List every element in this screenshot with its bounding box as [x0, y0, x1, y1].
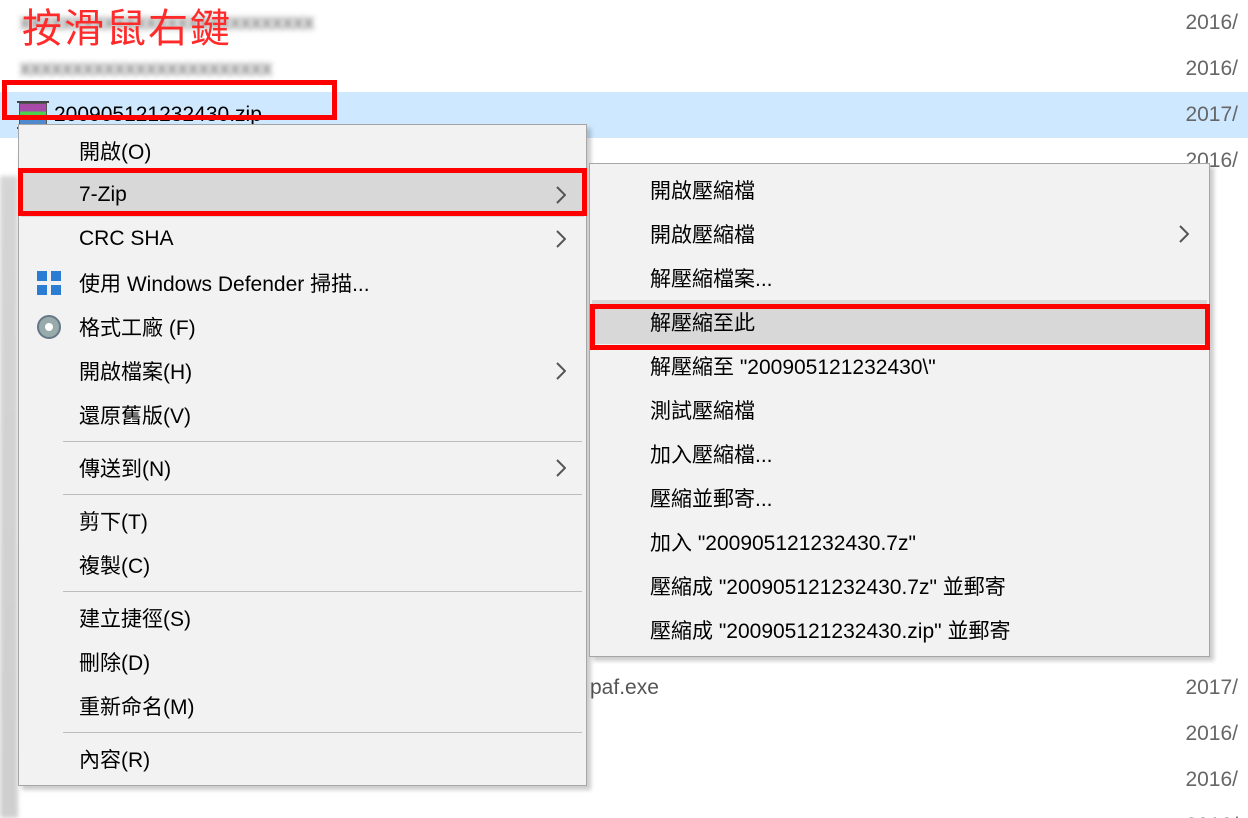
menu-separator [63, 441, 582, 442]
submenu-item-label: 解壓縮至此 [650, 307, 1187, 337]
menu-item-label: 重新命名(M) [79, 691, 564, 721]
menu-item-label: 開啟檔案(H) [79, 356, 564, 386]
menu-item[interactable]: 建立捷徑(S) [21, 596, 584, 640]
submenu-item[interactable]: 壓縮成 "200905121232430.7z" 並郵寄 [592, 564, 1207, 608]
submenu-item-label: 解壓縮檔案... [650, 263, 1187, 293]
menu-item[interactable]: 複製(C) [21, 543, 584, 587]
menu-item-label: 刪除(D) [79, 647, 564, 677]
submenu-item-label: 測試壓縮檔 [650, 395, 1187, 425]
menu-item[interactable]: 開啟檔案(H) [21, 349, 584, 393]
file-row[interactable]: xxxxxxxxxxxxxxxxxxxxxxxx 2016/ [0, 46, 1248, 92]
file-date: 2016/ [1158, 768, 1238, 792]
menu-item-label: 傳送到(N) [79, 453, 564, 483]
submenu-item-label: 加入 "200905121232430.7z" [650, 527, 1187, 557]
format-factory-icon [35, 313, 63, 341]
submenu-item-label: 加入壓縮檔... [650, 439, 1187, 469]
menu-separator [63, 494, 582, 495]
file-name-blurred: xxxxxxxxxxxxxxxxxxxxxxxx [20, 57, 1158, 81]
menu-item-label: 複製(C) [79, 550, 564, 580]
submenu-item[interactable]: 解壓縮檔案... [592, 256, 1207, 300]
menu-item-label: 7-Zip [79, 183, 564, 207]
menu-item[interactable]: 內容(R) [21, 737, 584, 781]
file-date: 2016/ [1158, 722, 1238, 746]
left-edge-blur [0, 176, 18, 818]
windows-defender-icon [35, 269, 63, 297]
menu-item[interactable]: 剪下(T) [21, 499, 584, 543]
menu-item[interactable]: 還原舊版(V) [21, 393, 584, 437]
submenu-arrow-icon [1179, 225, 1189, 243]
submenu-item[interactable]: 測試壓縮檔 [592, 388, 1207, 432]
submenu-item-label: 解壓縮至 "200905121232430\" [650, 351, 1187, 381]
submenu-item-label: 壓縮成 "200905121232430.7z" 並郵寄 [650, 571, 1187, 601]
submenu-item-label: 開啟壓縮檔 [650, 219, 1187, 249]
menu-item-label: 使用 Windows Defender 掃描... [79, 268, 564, 298]
submenu-item-label: 壓縮並郵寄... [650, 483, 1187, 513]
menu-item[interactable]: CRC SHA [21, 217, 584, 261]
submenu-item-label: 開啟壓縮檔 [650, 175, 1187, 205]
menu-separator [63, 732, 582, 733]
menu-item[interactable]: 傳送到(N) [21, 446, 584, 490]
submenu-arrow-icon [556, 459, 566, 477]
file-name-blurred: xxxxxxxxxxxxxxxxxxxxxxxxxxxx [20, 11, 1158, 35]
submenu-item[interactable]: 加入 "200905121232430.7z" [592, 520, 1207, 564]
menu-item[interactable]: 重新命名(M) [21, 684, 584, 728]
submenu-arrow-icon [556, 186, 566, 204]
submenu-arrow-icon [556, 230, 566, 248]
submenu-item-label: 壓縮成 "200905121232430.zip" 並郵寄 [650, 615, 1187, 645]
menu-item-label: 內容(R) [79, 744, 564, 774]
menu-item[interactable]: 使用 Windows Defender 掃描... [21, 261, 584, 305]
archive-icon [20, 104, 46, 126]
menu-item[interactable]: 格式工廠 (F) [21, 305, 584, 349]
menu-item[interactable]: 開啟(O) [21, 129, 584, 173]
submenu-arrow-icon [556, 362, 566, 380]
submenu-item[interactable]: 開啟壓縮檔 [592, 212, 1207, 256]
menu-item[interactable]: 刪除(D) [21, 640, 584, 684]
menu-item-label: CRC SHA [79, 227, 564, 251]
file-date: 2016/ [1158, 11, 1238, 35]
file-date: 2017/ [1158, 676, 1238, 700]
submenu-item[interactable]: 解壓縮至 "200905121232430\" [592, 344, 1207, 388]
menu-item-label: 格式工廠 (F) [79, 312, 564, 342]
file-date: 2016/ [1158, 57, 1238, 81]
submenu-item[interactable]: 加入壓縮檔... [592, 432, 1207, 476]
file-date: 2016/ [1158, 814, 1238, 818]
menu-item[interactable]: 7-Zip [21, 173, 584, 217]
submenu-7zip: 開啟壓縮檔開啟壓縮檔解壓縮檔案...解壓縮至此解壓縮至 "20090512123… [589, 163, 1210, 657]
menu-item-label: 還原舊版(V) [79, 400, 564, 430]
context-menu: 開啟(O) 7-Zip CRC SHA 使用 Windows Defender 掃描.… [18, 124, 587, 786]
submenu-item[interactable]: 開啟壓縮檔 [592, 168, 1207, 212]
file-date: 2017/ [1158, 103, 1238, 127]
menu-item-label: 建立捷徑(S) [79, 603, 564, 633]
submenu-item[interactable]: 壓縮成 "200905121232430.zip" 並郵寄 [592, 608, 1207, 652]
submenu-item[interactable]: 壓縮並郵寄... [592, 476, 1207, 520]
file-row[interactable]: xxxxxxxxxxxxxxxxxxxxxxxxxxxx 2016/ [0, 0, 1248, 46]
menu-item-label: 剪下(T) [79, 506, 564, 536]
file-name: paf.exe [590, 676, 659, 700]
menu-separator [63, 591, 582, 592]
menu-item-label: 開啟(O) [79, 136, 564, 166]
file-row[interactable]: 2016/ [0, 803, 1248, 818]
submenu-item[interactable]: 解壓縮至此 [592, 300, 1207, 344]
